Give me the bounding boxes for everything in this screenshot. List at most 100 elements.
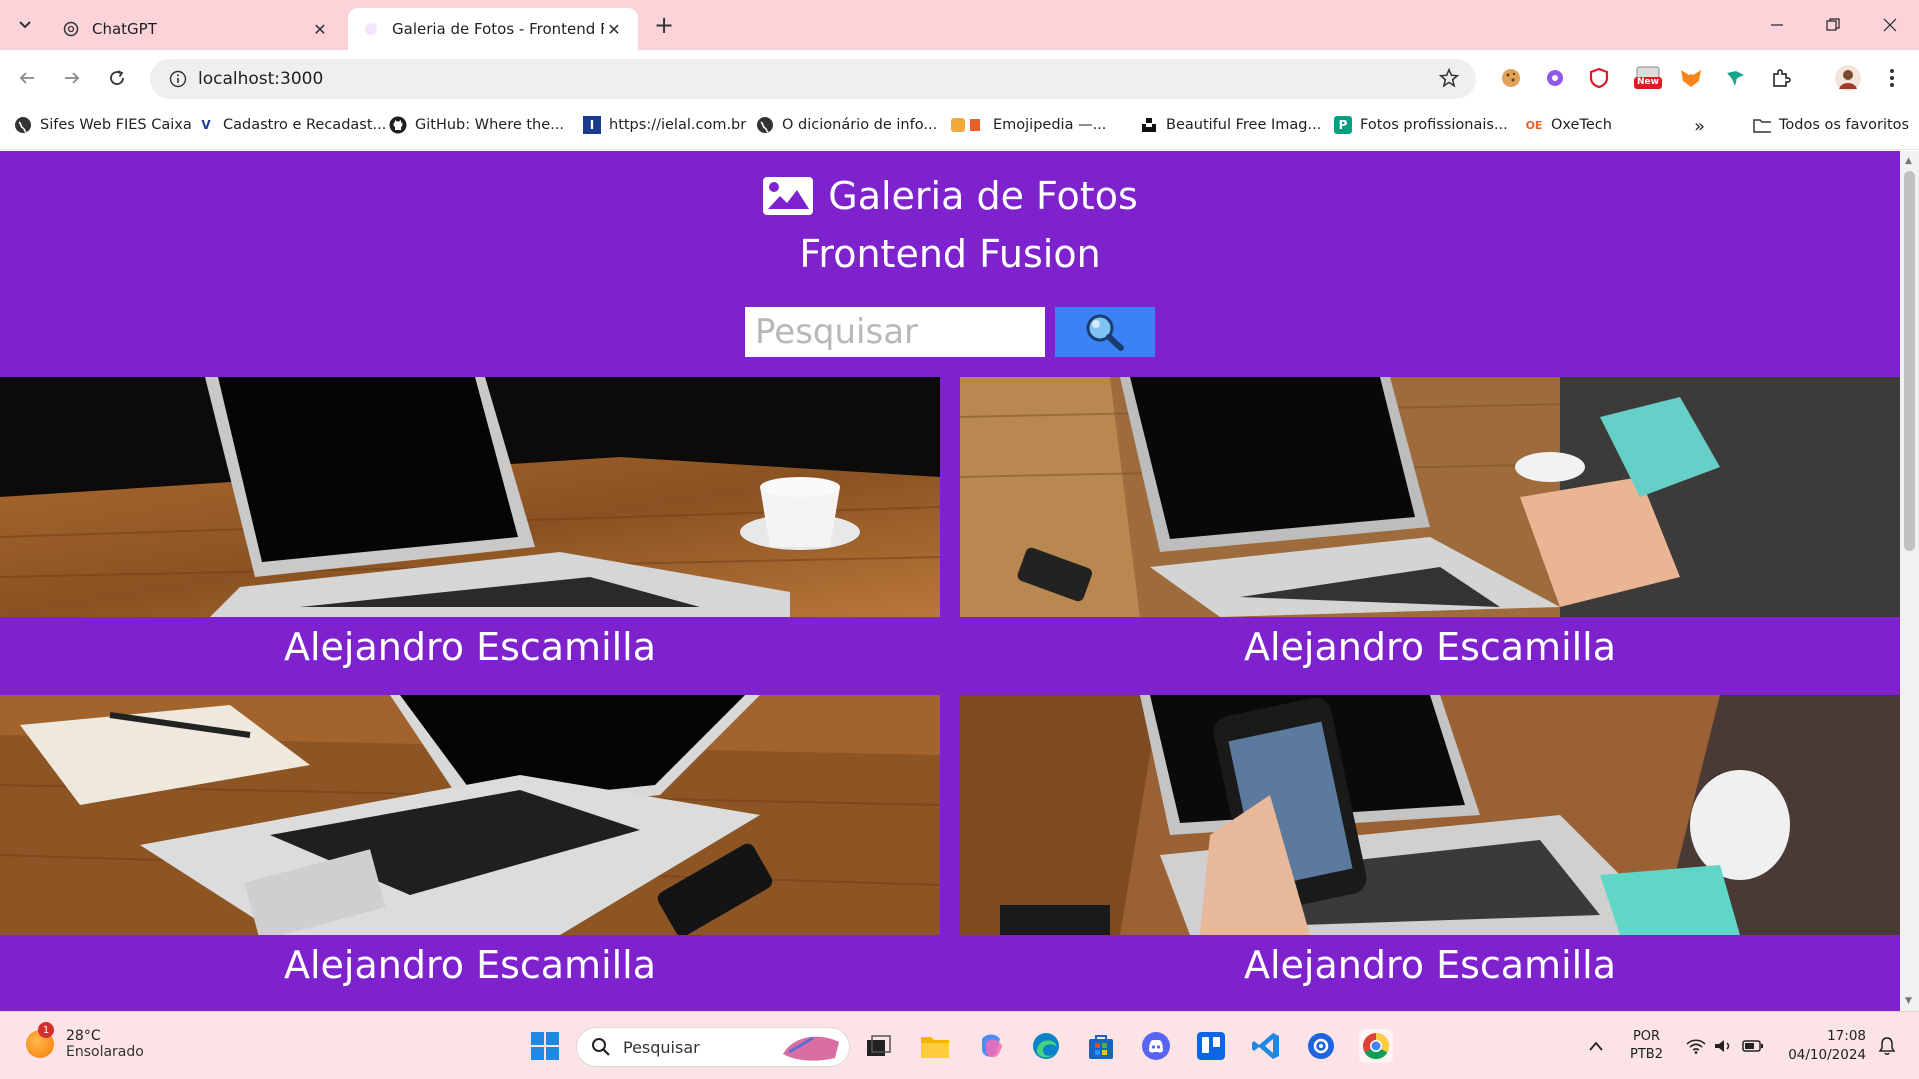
- back-button[interactable]: [12, 63, 42, 93]
- close-icon[interactable]: ✕: [310, 19, 330, 39]
- bookmark-item[interactable]: GitHub: Where the...: [389, 116, 564, 134]
- windows-icon: [531, 1032, 559, 1060]
- bookmark-item[interactable]: V Cadastro e Recadast...: [197, 116, 386, 134]
- start-button[interactable]: [528, 1029, 562, 1063]
- tray-overflow-button[interactable]: [1588, 1012, 1604, 1079]
- notification-badge: 1: [38, 1022, 54, 1038]
- photo-author: Alejandro Escamilla: [283, 625, 657, 669]
- folder-icon: [1753, 116, 1771, 134]
- minimize-button[interactable]: [1757, 10, 1797, 40]
- copilot-icon[interactable]: [974, 1029, 1008, 1063]
- search-button[interactable]: [1055, 307, 1155, 357]
- shield-extension-icon[interactable]: [1585, 64, 1613, 92]
- network-volume-battery[interactable]: [1686, 1012, 1764, 1079]
- reload-button[interactable]: [102, 63, 132, 93]
- search-input[interactable]: [745, 307, 1045, 357]
- page-scrollbar[interactable]: ▲ ▼: [1900, 151, 1919, 1011]
- minimize-icon: [1771, 24, 1783, 26]
- volume-icon: [1715, 1040, 1730, 1052]
- page-viewport: Galeria de Fotos Frontend Fusion Pesquis…: [0, 151, 1900, 1011]
- chrome-icon[interactable]: [1359, 1029, 1393, 1063]
- search-form: [745, 307, 1155, 357]
- bird-extension-icon[interactable]: [1721, 64, 1749, 92]
- clock[interactable]: 17:08 04/10/2024: [1786, 1012, 1866, 1079]
- browser-toolbar: localhost:3000 New: [0, 50, 1919, 106]
- forward-button[interactable]: [57, 63, 87, 93]
- scroll-up-icon[interactable]: ▲: [1905, 156, 1912, 166]
- photo-card[interactable]: Alejandro Escamilla: [960, 377, 1900, 687]
- oxetech-icon: OE: [1525, 118, 1543, 132]
- photo-card[interactable]: Alejandro Escamilla: [960, 695, 1900, 1005]
- site-info-icon[interactable]: [158, 70, 198, 88]
- pexels-icon: P: [1334, 116, 1352, 134]
- bookmark-item[interactable]: OE OxeTech: [1525, 116, 1612, 134]
- page-title: Galeria de Fotos: [0, 171, 1900, 221]
- magnifier-icon: [1086, 314, 1124, 351]
- tab-galeria[interactable]: Galeria de Fotos - Frontend Fus ✕: [348, 8, 638, 50]
- language-indicator[interactable]: POR PTB2: [1630, 1012, 1663, 1079]
- photo-author: Alejandro Escamilla: [1243, 943, 1617, 987]
- photo-image[interactable]: [960, 695, 1900, 935]
- cookie-extension-icon[interactable]: [1497, 64, 1525, 92]
- trello-icon[interactable]: [1194, 1029, 1228, 1063]
- more-vertical-icon[interactable]: [1878, 64, 1906, 92]
- chevron-down-icon: [19, 21, 31, 29]
- task-view-icon[interactable]: [862, 1029, 896, 1063]
- page-title-text: Galeria de Fotos: [828, 174, 1138, 218]
- settings-gear-icon[interactable]: [1304, 1029, 1338, 1063]
- close-window-button[interactable]: [1870, 10, 1910, 40]
- bookmark-star-icon[interactable]: [1438, 67, 1460, 93]
- bookmark-item[interactable]: Emojipedia —...: [949, 116, 1106, 134]
- address-bar[interactable]: localhost:3000: [150, 59, 1476, 99]
- weather-widget[interactable]: 1 28°C Ensolarado: [26, 1022, 144, 1060]
- weather-desc: Ensolarado: [66, 1044, 144, 1060]
- more-bookmarks-button[interactable]: »: [1694, 116, 1705, 137]
- photo-image[interactable]: [960, 377, 1900, 617]
- edge-icon[interactable]: [1029, 1029, 1063, 1063]
- notifications-button[interactable]: [1878, 1012, 1896, 1079]
- metamask-icon[interactable]: [1677, 64, 1705, 92]
- sun-icon: 1: [26, 1022, 54, 1058]
- scroll-down-icon[interactable]: ▼: [1905, 996, 1912, 1006]
- bookmark-item[interactable]: I https://ielal.com.br: [583, 116, 746, 134]
- wifi-icon: [1686, 1039, 1706, 1054]
- tab-search-menu-button[interactable]: [10, 9, 40, 39]
- photo-author: Alejandro Escamilla: [1243, 625, 1617, 669]
- github-icon: [389, 116, 407, 134]
- photo-card[interactable]: Alejandro Escamilla: [0, 695, 940, 1005]
- tab-title: ChatGPT: [92, 20, 157, 38]
- close-icon[interactable]: ✕: [604, 19, 624, 39]
- avatar[interactable]: [1834, 64, 1862, 92]
- bookmark-item[interactable]: O dicionário de info...: [756, 116, 937, 134]
- scrollbar-thumb[interactable]: [1904, 171, 1915, 551]
- tab-title: Galeria de Fotos - Frontend Fus: [392, 20, 604, 38]
- all-bookmarks-folder[interactable]: Todos os favoritos: [1753, 116, 1909, 134]
- bookmark-item[interactable]: Sifes Web FIES Caixa: [14, 116, 192, 134]
- app-header: Galeria de Fotos Frontend Fusion: [0, 171, 1900, 279]
- store-icon[interactable]: [1084, 1029, 1118, 1063]
- gear-extension-icon[interactable]: [1541, 64, 1569, 92]
- photo-image[interactable]: [0, 695, 940, 935]
- double-chevron-right-icon: »: [1694, 116, 1706, 137]
- bell-icon: [1878, 1037, 1896, 1055]
- puzzle-icon[interactable]: [1767, 64, 1795, 92]
- discord-icon[interactable]: [1139, 1029, 1173, 1063]
- weather-temp: 28°C: [66, 1028, 101, 1044]
- new-extension-icon[interactable]: New: [1631, 64, 1665, 92]
- photo-image[interactable]: [0, 377, 940, 617]
- tab-chatgpt[interactable]: ChatGPT ✕: [48, 8, 344, 50]
- photo-author: Alejandro Escamilla: [283, 943, 657, 987]
- bookmark-item[interactable]: P Fotos profissionais...: [1334, 116, 1508, 134]
- arrow-left-icon: [19, 72, 34, 84]
- arrow-right-icon: [65, 72, 80, 84]
- page-icon: [362, 20, 380, 38]
- taskbar-search[interactable]: Pesquisar: [576, 1027, 850, 1067]
- restore-button[interactable]: [1813, 10, 1853, 40]
- new-tab-button[interactable]: +: [650, 11, 678, 39]
- battery-icon: [1742, 1040, 1763, 1052]
- close-icon: [1883, 18, 1897, 32]
- vscode-icon[interactable]: [1249, 1029, 1283, 1063]
- bookmark-item[interactable]: Beautiful Free Imag...: [1140, 116, 1321, 134]
- photo-card[interactable]: Alejandro Escamilla: [0, 377, 940, 687]
- file-explorer-icon[interactable]: [918, 1029, 952, 1063]
